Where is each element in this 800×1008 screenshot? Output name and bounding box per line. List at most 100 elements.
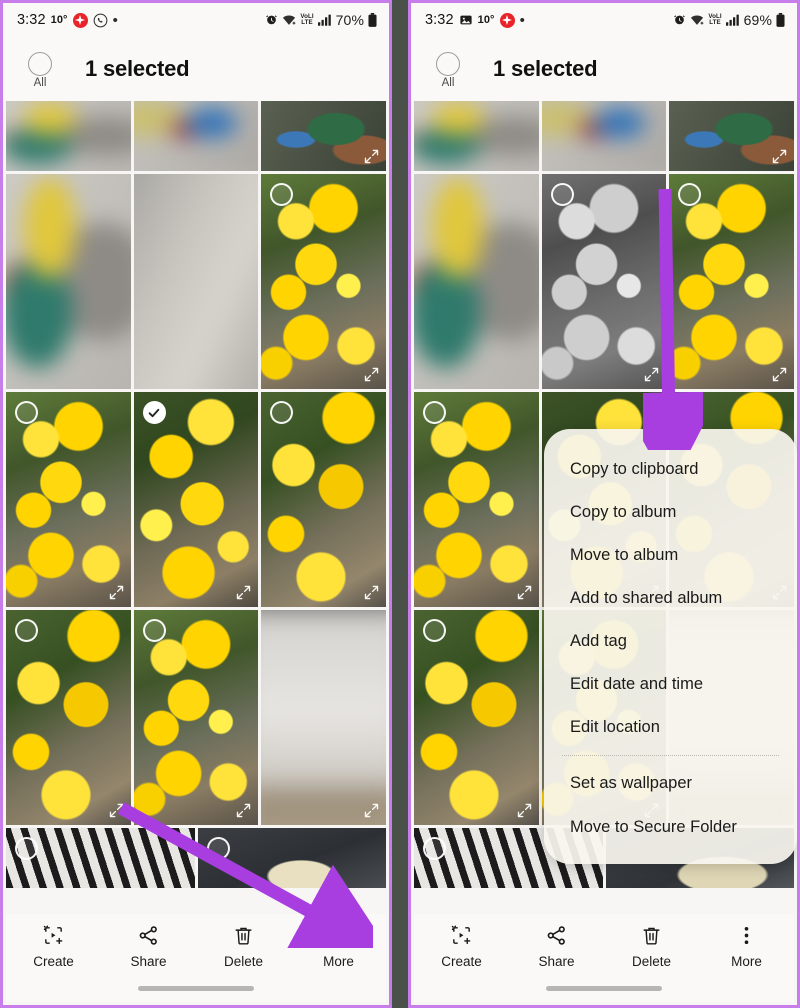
- photo-select-circle-icon[interactable]: [15, 619, 38, 642]
- dot-icon: •: [519, 11, 525, 29]
- photo-thumbnail[interactable]: [6, 101, 131, 171]
- expand-photo-icon[interactable]: [108, 584, 125, 601]
- more-vertical-icon: [735, 923, 758, 947]
- photo-thumbnail[interactable]: [414, 392, 539, 607]
- share-label: Share: [130, 954, 167, 969]
- photo-image: [6, 174, 131, 389]
- photo-thumbnail[interactable]: [133, 174, 259, 389]
- photo-thumbnail[interactable]: [261, 392, 386, 607]
- photo-select-circle-icon[interactable]: [550, 183, 574, 206]
- photo-image: [541, 101, 667, 171]
- expand-photo-icon[interactable]: [363, 366, 380, 383]
- gesture-bar[interactable]: [546, 986, 662, 991]
- photo-select-circle-icon[interactable]: [423, 401, 446, 424]
- photo-image: [133, 610, 259, 825]
- photo-thumbnail[interactable]: [669, 174, 794, 389]
- photo-image: [133, 392, 259, 607]
- more-label: More: [323, 954, 354, 969]
- expand-photo-icon[interactable]: [363, 802, 380, 819]
- battery-percent: 70%: [335, 12, 364, 28]
- photo-thumbnail[interactable]: [197, 828, 386, 888]
- dual-screenshot-container: 3:32 10° • VoLI LTE 70% All 1 selected C…: [0, 0, 800, 1008]
- select-all-circle-icon[interactable]: [28, 51, 52, 76]
- create-button[interactable]: Create: [6, 923, 101, 969]
- menu-item-add-to-shared-album[interactable]: Add to shared album: [544, 576, 797, 619]
- photo-image: [414, 101, 539, 171]
- photo-thumbnail[interactable]: [133, 610, 259, 825]
- photo-thumbnail[interactable]: [261, 610, 386, 825]
- select-all-button[interactable]: All: [13, 50, 67, 89]
- photo-grid-row: [414, 101, 794, 171]
- alarm-icon: [265, 14, 278, 27]
- more-button[interactable]: More: [699, 923, 794, 969]
- photo-grid-row: [6, 174, 386, 389]
- more-label: More: [731, 954, 762, 969]
- bottom-action-bar-left[interactable]: Create Share Delete More: [6, 914, 386, 1002]
- more-options-context-menu[interactable]: Copy to clipboard Copy to album Move to al…: [544, 429, 797, 865]
- expand-photo-icon[interactable]: [235, 802, 252, 819]
- photo-thumbnail[interactable]: [6, 174, 131, 389]
- photo-thumbnail[interactable]: [414, 610, 539, 825]
- expand-photo-icon[interactable]: [108, 802, 125, 819]
- menu-item-edit-date-and-time[interactable]: Edit date and time: [544, 663, 797, 706]
- menu-item-add-tag[interactable]: Add tag: [544, 620, 797, 663]
- create-label: Create: [33, 954, 74, 969]
- expand-photo-icon[interactable]: [516, 584, 533, 601]
- photo-thumbnail[interactable]: [541, 101, 667, 171]
- menu-item-set-as-wallpaper[interactable]: Set as wallpaper: [544, 762, 797, 805]
- expand-photo-icon[interactable]: [516, 802, 533, 819]
- share-button[interactable]: Share: [509, 923, 604, 969]
- status-time: 3:32: [17, 12, 46, 28]
- photo-thumbnail[interactable]: [261, 101, 386, 171]
- photo-select-circle-icon[interactable]: [206, 837, 230, 860]
- photo-select-circle-icon[interactable]: [142, 619, 166, 642]
- photo-select-circle-icon[interactable]: [423, 619, 446, 642]
- photo-selected-check-icon[interactable]: [142, 401, 166, 424]
- menu-item-copy-to-clipboard[interactable]: Copy to clipboard: [544, 447, 797, 490]
- photo-select-circle-icon[interactable]: [15, 837, 38, 860]
- trash-icon: [232, 923, 255, 947]
- photo-thumbnail[interactable]: [414, 174, 539, 389]
- menu-item-move-to-secure-folder[interactable]: Move to Secure Folder: [544, 805, 797, 848]
- share-button[interactable]: Share: [101, 923, 196, 969]
- delete-button[interactable]: Delete: [196, 923, 291, 969]
- expand-photo-icon[interactable]: [363, 584, 380, 601]
- expand-photo-icon[interactable]: [771, 366, 788, 383]
- photo-thumbnail[interactable]: [669, 101, 794, 171]
- photo-thumbnail[interactable]: [6, 610, 131, 825]
- weather-badge-icon: [499, 12, 515, 28]
- menu-item-copy-to-album[interactable]: Copy to album: [544, 490, 797, 533]
- more-button[interactable]: More: [291, 923, 386, 969]
- photo-thumbnail[interactable]: [6, 828, 195, 888]
- photo-thumbnail[interactable]: [414, 101, 539, 171]
- wifi-icon: [690, 14, 704, 27]
- menu-item-move-to-album[interactable]: Move to album: [544, 533, 797, 576]
- expand-photo-icon[interactable]: [771, 148, 788, 165]
- photo-thumbnail[interactable]: [133, 101, 259, 171]
- bottom-action-bar-right[interactable]: Create Share Delete More: [414, 914, 794, 1002]
- gesture-bar[interactable]: [138, 986, 254, 991]
- photo-image: [133, 174, 259, 389]
- photo-image: [669, 174, 794, 389]
- menu-item-edit-location[interactable]: Edit location: [544, 706, 797, 749]
- photo-select-circle-icon[interactable]: [423, 837, 446, 860]
- battery-percent: 69%: [743, 12, 772, 28]
- delete-button[interactable]: Delete: [604, 923, 699, 969]
- photo-image: [6, 392, 131, 607]
- panel-divider: [392, 0, 408, 1008]
- photo-thumbnail[interactable]: [541, 174, 667, 389]
- photo-thumbnail[interactable]: [261, 174, 386, 389]
- select-all-circle-icon[interactable]: [436, 51, 460, 76]
- volte-icon: VoLI LTE: [300, 12, 314, 26]
- create-button[interactable]: Create: [414, 923, 509, 969]
- expand-photo-icon[interactable]: [643, 366, 660, 383]
- expand-photo-icon[interactable]: [235, 584, 252, 601]
- photo-image: [6, 101, 131, 171]
- select-all-button[interactable]: All: [421, 50, 475, 89]
- expand-photo-icon[interactable]: [363, 148, 380, 165]
- photo-thumbnail[interactable]: [133, 392, 259, 607]
- photo-grid-left[interactable]: [6, 101, 386, 914]
- photo-select-circle-icon[interactable]: [15, 401, 38, 424]
- status-bar-left: 3:32 10° • VoLI LTE 70%: [3, 3, 389, 37]
- photo-thumbnail[interactable]: [6, 392, 131, 607]
